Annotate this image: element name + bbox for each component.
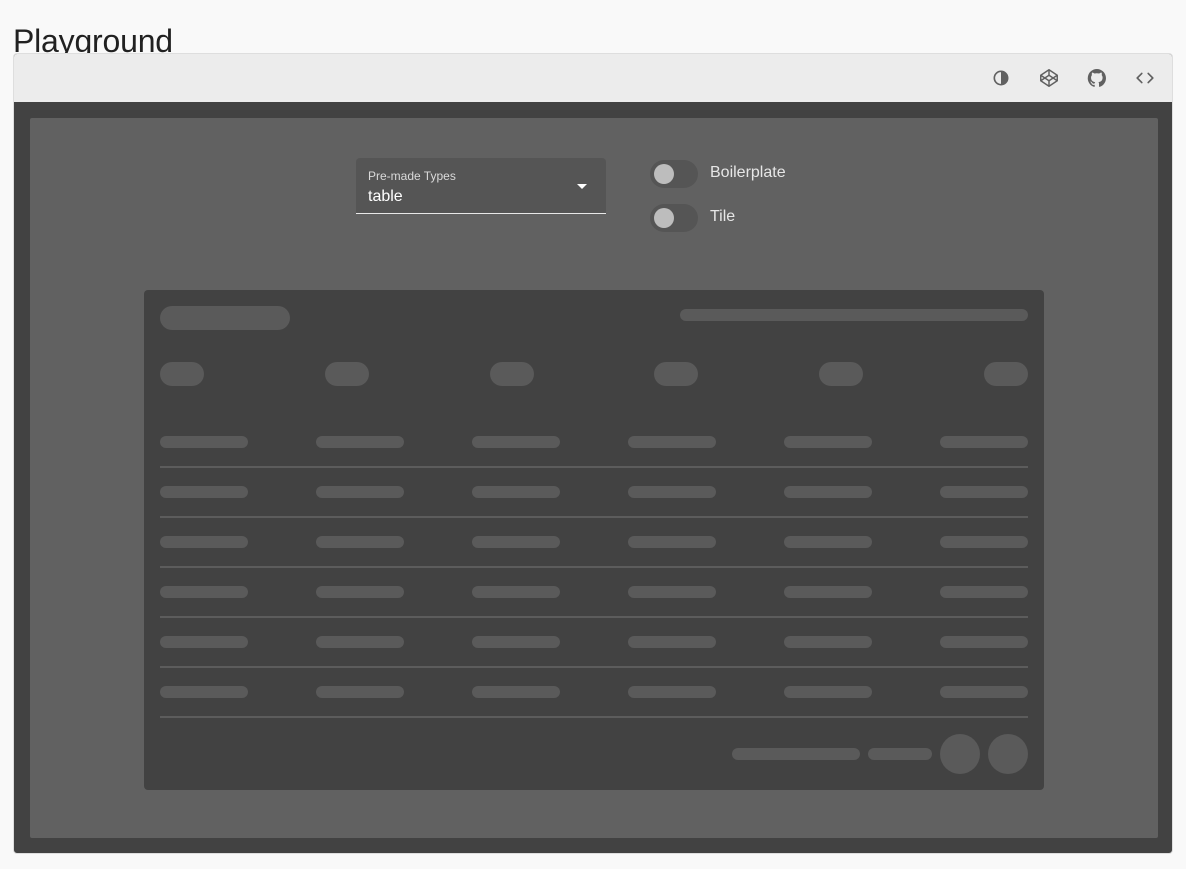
skeleton-table-cell [628, 436, 716, 448]
skeleton-table-divider [160, 466, 1028, 468]
skeleton-table-cell [628, 486, 716, 498]
skeleton-table-divider [160, 566, 1028, 568]
skeleton-table-cell [940, 586, 1028, 598]
skeleton-table-divider [160, 516, 1028, 518]
github-icon [1087, 69, 1106, 87]
premade-types-select[interactable]: Pre-made Types table [356, 158, 606, 214]
skeleton-table-cell [160, 686, 248, 698]
skeleton-table-divider [160, 616, 1028, 618]
skeleton-table-text [680, 309, 1028, 321]
skeleton-table-cell [472, 436, 560, 448]
premade-types-label: Pre-made Types [368, 169, 456, 183]
skeleton-table-cell [316, 436, 404, 448]
premade-types-value: table [368, 188, 403, 205]
skeleton-table-cell [628, 586, 716, 598]
skeleton-table-cell [160, 536, 248, 548]
codepen-button[interactable] [1037, 66, 1061, 90]
skeleton-table-cell [784, 486, 872, 498]
playground-card: Pre-made Types table Boilerplate Tile [13, 53, 1173, 854]
skeleton-table-footer-text [868, 748, 932, 760]
skeleton-table-cell [940, 686, 1028, 698]
skeleton-table-cell [628, 536, 716, 548]
skeleton-table-header-chip [490, 362, 534, 386]
boilerplate-label: Boilerplate [710, 164, 786, 181]
playground-toolbar [14, 54, 1172, 102]
skeleton-table-heading [160, 306, 290, 330]
tile-label: Tile [710, 208, 736, 225]
skeleton-table-cell [784, 436, 872, 448]
skeleton-table-divider [160, 666, 1028, 668]
switch-thumb [654, 208, 674, 228]
skeleton-table-footer-avatar [988, 734, 1028, 774]
skeleton-table-cell [316, 586, 404, 598]
skeleton-loader-table [144, 290, 1044, 790]
skeleton-table-cell [316, 486, 404, 498]
skeleton-table-cell [160, 436, 248, 448]
skeleton-table-cell [316, 686, 404, 698]
skeleton-table-cell [628, 686, 716, 698]
skeleton-table-cell [316, 536, 404, 548]
skeleton-table-cell [940, 536, 1028, 548]
github-button[interactable] [1085, 66, 1109, 90]
skeleton-table-header-chip [160, 362, 204, 386]
skeleton-table-cell [784, 536, 872, 548]
skeleton-table-header-chip [984, 362, 1028, 386]
skeleton-table-cell [940, 636, 1028, 648]
code-icon [1136, 72, 1154, 84]
skeleton-table-cell [940, 436, 1028, 448]
skeleton-table-cell [472, 686, 560, 698]
skeleton-table-header-chip [654, 362, 698, 386]
switch-thumb [654, 164, 674, 184]
theme-toggle-button[interactable] [989, 66, 1013, 90]
skeleton-table-cell [160, 636, 248, 648]
skeleton-table-cell [160, 586, 248, 598]
chevron-down-icon [577, 184, 587, 189]
skeleton-table-divider [160, 716, 1028, 718]
skeleton-table-cell [472, 486, 560, 498]
skeleton-table-cell [472, 536, 560, 548]
skeleton-table-cell [160, 486, 248, 498]
view-source-button[interactable] [1133, 66, 1157, 90]
skeleton-table-footer-avatar [940, 734, 980, 774]
skeleton-table-cell [316, 636, 404, 648]
skeleton-table-cell [472, 636, 560, 648]
skeleton-table-cell [628, 636, 716, 648]
skeleton-table-cell [784, 586, 872, 598]
theme-toggle-icon [993, 70, 1009, 86]
skeleton-table-header-chip [325, 362, 369, 386]
codepen-icon [1040, 69, 1058, 87]
skeleton-table-cell [784, 636, 872, 648]
skeleton-table-cell [784, 686, 872, 698]
skeleton-table-footer-text [732, 748, 860, 760]
skeleton-table-cell [940, 486, 1028, 498]
skeleton-table-cell [472, 586, 560, 598]
skeleton-table-header-chip [819, 362, 863, 386]
playground-stage: Pre-made Types table Boilerplate Tile [30, 118, 1158, 838]
